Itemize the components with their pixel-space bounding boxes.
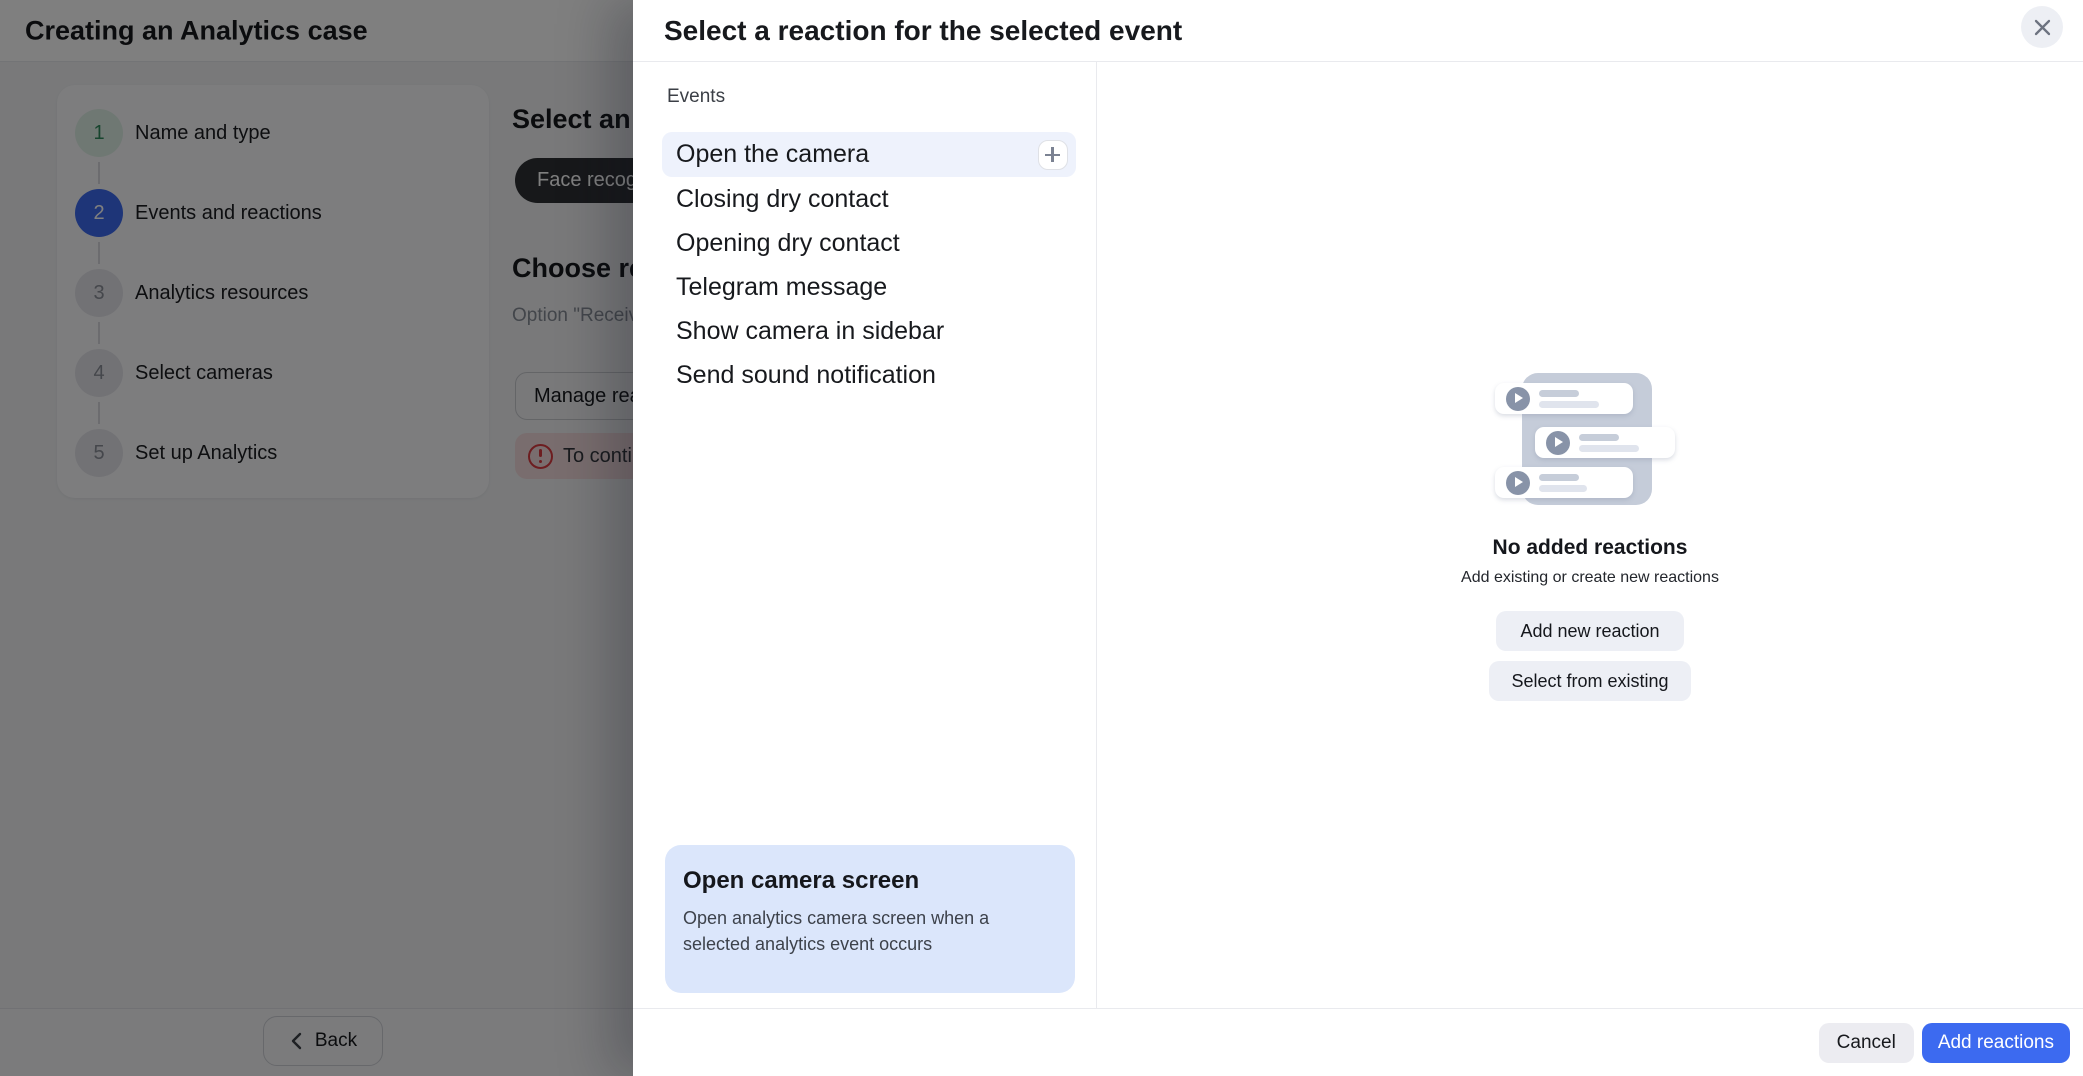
events-panel-label: Events [667,86,725,108]
info-card-title: Open camera screen [683,867,1057,895]
event-row-open-the-camera[interactable]: Open the camera [662,132,1076,177]
event-label: Send sound notification [676,361,936,390]
plus-icon[interactable] [1038,140,1068,170]
empty-state: No added reactions Add existing or creat… [1097,373,2083,701]
reactions-empty-illustration [1495,373,1685,505]
event-label: Show camera in sidebar [676,317,944,346]
play-circle-icon [1506,471,1530,495]
close-icon [2034,19,2051,36]
select-from-existing-button[interactable]: Select from existing [1489,661,1690,701]
event-row-send-sound-notification[interactable]: Send sound notification [662,353,1076,397]
event-label: Closing dry contact [676,185,889,214]
modal-footer: Cancel Add reactions [633,1008,2083,1076]
modal-title: Select a reaction for the selected event [664,15,1182,47]
empty-state-title: No added reactions [1493,536,1688,560]
modal-body: Events Open the camera Closing dry conta… [633,62,2083,1008]
screen: Creating an Analytics case 1 Name and ty… [0,0,2083,1076]
play-circle-icon [1546,431,1570,455]
illustration-row [1535,427,1675,458]
illustration-row [1495,467,1633,498]
close-button[interactable] [2021,6,2063,48]
selected-event-info-card: Open camera screen Open analytics camera… [665,845,1075,993]
reactions-panel: No added reactions Add existing or creat… [1097,62,2083,1008]
modal-header: Select a reaction for the selected event [633,0,2083,62]
empty-state-subtitle: Add existing or create new reactions [1461,569,1719,587]
add-reactions-button[interactable]: Add reactions [1922,1023,2070,1063]
event-label: Telegram message [676,273,887,302]
cancel-button[interactable]: Cancel [1819,1023,1914,1063]
event-row-opening-dry-contact[interactable]: Opening dry contact [662,221,1076,265]
play-circle-icon [1506,387,1530,411]
event-label: Open the camera [676,140,869,169]
events-panel: Events Open the camera Closing dry conta… [633,62,1097,1008]
event-row-show-camera-in-sidebar[interactable]: Show camera in sidebar [662,309,1076,353]
illustration-row [1495,383,1633,414]
event-row-telegram-message[interactable]: Telegram message [662,265,1076,309]
event-row-closing-dry-contact[interactable]: Closing dry contact [662,177,1076,221]
select-reaction-modal: Select a reaction for the selected event… [633,0,2083,1076]
info-card-description: Open analytics camera screen when a sele… [683,905,1057,957]
event-label: Opening dry contact [676,229,900,258]
add-new-reaction-button[interactable]: Add new reaction [1496,611,1683,651]
event-list: Open the camera Closing dry contact Open… [662,132,1076,397]
